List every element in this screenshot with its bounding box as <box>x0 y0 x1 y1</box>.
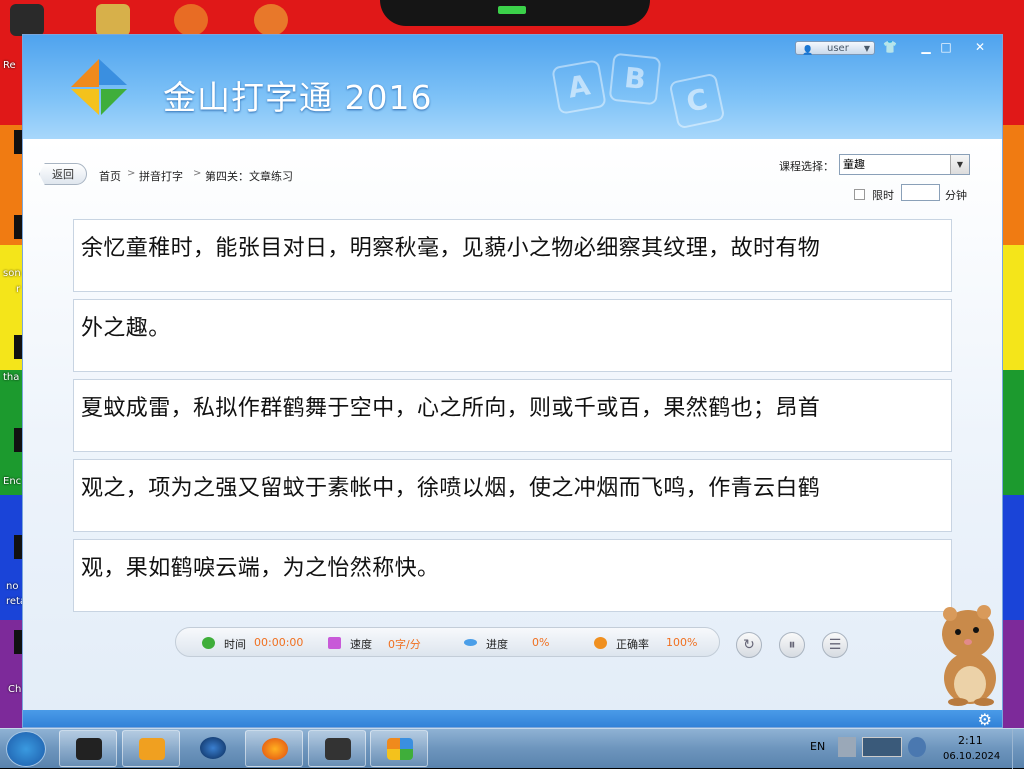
maximize-button[interactable]: □ <box>937 39 955 55</box>
breadcrumb-home[interactable]: 首页 <box>99 168 121 184</box>
line-text: 观之，项为之强又留蚊于素帐中，徐喷以烟，使之冲烟而飞鸣，作青云白鹤 <box>81 476 821 501</box>
time-label: 时间 <box>224 638 246 651</box>
desktop-app-icon[interactable] <box>254 4 288 36</box>
tray-app-icon[interactable] <box>862 737 902 757</box>
desktop-icon-label[interactable]: r <box>16 284 20 295</box>
desktop-decoration-led <box>498 6 526 14</box>
taskbar-app-media[interactable] <box>122 730 180 767</box>
breadcrumb-current: 第四关：文章练习 <box>205 170 293 183</box>
practice-area: 返回 首页 > 拼音打字 > 第四关：文章练习 课程选择： 童趣 ▼ 限时 分钟… <box>23 139 1002 710</box>
chevron-down-icon: ▼ <box>863 44 870 53</box>
taskbar-app-terminal[interactable] <box>59 730 117 767</box>
minimize-button[interactable]: ▁ <box>917 39 935 55</box>
decor-letter: A <box>551 59 607 115</box>
taskbar-app-monitor[interactable] <box>308 730 366 767</box>
line-text: 余忆童稚时，能张目对日，明察秋毫，见藐小之物必细察其纹理，故时有物 <box>81 236 821 261</box>
close-button[interactable]: ✕ <box>971 39 989 55</box>
clock-time[interactable]: 2:11 <box>958 734 983 747</box>
course-select[interactable]: 童趣 ▼ <box>839 154 970 175</box>
firefox-icon <box>262 738 288 760</box>
desktop-icon-label[interactable]: Enc <box>3 476 21 487</box>
course-select-label: 课程选择： <box>779 160 834 173</box>
taskbar-app-globe[interactable] <box>184 730 242 767</box>
user-menu[interactable]: 👤 user ▼ <box>795 41 875 56</box>
desktop-icon-label[interactable]: Re <box>3 60 16 71</box>
progress-label: 进度 <box>486 638 508 651</box>
restart-button[interactable]: ↻ <box>736 632 762 658</box>
desktop-icon-label[interactable]: tha <box>3 372 19 383</box>
breadcrumb-separator: > <box>127 168 136 179</box>
tray-app-icon[interactable] <box>908 737 926 757</box>
show-desktop-button[interactable] <box>1012 729 1024 769</box>
media-player-icon <box>139 738 165 760</box>
monitor-icon <box>325 738 351 760</box>
line-text: 外之趣。 <box>81 316 171 341</box>
desktop-recycle-bin-icon[interactable] <box>10 4 44 36</box>
taskbar: EN 2:11 06.10.2024 <box>0 728 1024 769</box>
app-logo-icon <box>71 59 127 115</box>
app-title: 金山打字通 2016 <box>163 78 433 117</box>
decor-letter: B <box>608 52 662 106</box>
desktop-icon-label[interactable]: son <box>3 268 21 279</box>
hamster-mascot <box>942 605 996 706</box>
app-footer: ⚙ <box>23 710 1002 728</box>
accuracy-label: 正确率 <box>616 638 649 651</box>
progress-icon <box>464 639 477 646</box>
chevron-down-icon[interactable]: ▼ <box>950 155 969 174</box>
globe-icon <box>200 737 226 759</box>
clock-date[interactable]: 06.10.2024 <box>943 751 1000 762</box>
app-header: 金山打字通 2016 A B C 👤 user ▼ 👕 ▁ □ ✕ <box>23 35 1002 139</box>
breadcrumb-separator: > <box>193 168 202 179</box>
text-line[interactable]: 外之趣。 <box>73 299 952 372</box>
text-line[interactable]: 观，果如鹤唳云端，为之怡然称快。 <box>73 539 952 612</box>
time-limit-input[interactable] <box>901 184 940 201</box>
line-text: 观，果如鹤唳云端，为之怡然称快。 <box>81 556 440 581</box>
terminal-icon <box>76 738 102 760</box>
clock-icon <box>202 637 215 649</box>
decor-letter: C <box>668 72 726 130</box>
skin-icon[interactable]: 👕 <box>881 39 899 55</box>
speed-label: 速度 <box>350 638 372 651</box>
accuracy-value: 100% <box>666 636 698 649</box>
user-icon: 👤 <box>802 46 814 56</box>
accuracy-icon <box>594 637 607 649</box>
report-button[interactable]: ☰ <box>822 632 848 658</box>
line-text: 夏蚊成雷，私拟作群鹤舞于空中，心之所向，则或千或百，果然鹤也；昂首 <box>81 396 821 421</box>
time-limit-unit: 分钟 <box>945 189 967 202</box>
language-indicator[interactable]: EN <box>810 740 825 753</box>
stats-bar: 时间 00:00:00 速度 0字/分 进度 0% 正确率 100% <box>175 627 720 657</box>
desktop-icon-label[interactable]: Ch <box>8 684 21 695</box>
taskbar-app-typing[interactable] <box>370 730 428 767</box>
network-icon[interactable] <box>838 737 856 757</box>
gear-icon[interactable]: ⚙ <box>978 711 992 728</box>
typing-app-icon <box>387 738 413 760</box>
text-line[interactable]: 夏蚊成雷，私拟作群鹤舞于空中，心之所向，则或千或百，果然鹤也；昂首 <box>73 379 952 452</box>
typing-app-window: 金山打字通 2016 A B C 👤 user ▼ 👕 ▁ □ ✕ 返回 首页 … <box>22 34 1003 728</box>
time-limit-checkbox[interactable] <box>854 189 865 200</box>
speed-diamond-icon <box>328 637 341 649</box>
windows-start-icon[interactable] <box>6 731 46 767</box>
text-line[interactable]: 余忆童稚时，能张目对日，明察秋毫，见藐小之物必细察其纹理，故时有物 <box>73 219 952 292</box>
speed-value: 0字/分 <box>388 638 421 651</box>
time-value: 00:00:00 <box>254 636 304 649</box>
desktop-folder-icon[interactable] <box>96 4 130 36</box>
progress-value: 0% <box>532 636 550 649</box>
course-selected-value: 童趣 <box>843 158 865 171</box>
taskbar-app-firefox[interactable] <box>245 730 303 767</box>
back-button[interactable]: 返回 <box>39 163 87 185</box>
breadcrumb-pinyin[interactable]: 拼音打字 <box>139 168 183 184</box>
pause-button[interactable]: ⏸ <box>779 632 805 658</box>
desktop-app-icon[interactable] <box>174 4 208 36</box>
user-label: user <box>827 43 849 54</box>
desktop-icon-label[interactable]: no <box>6 581 18 592</box>
text-line[interactable]: 观之，项为之强又留蚊于素帐中，徐喷以烟，使之冲烟而飞鸣，作青云白鹤 <box>73 459 952 532</box>
time-limit-label: 限时 <box>872 189 894 202</box>
